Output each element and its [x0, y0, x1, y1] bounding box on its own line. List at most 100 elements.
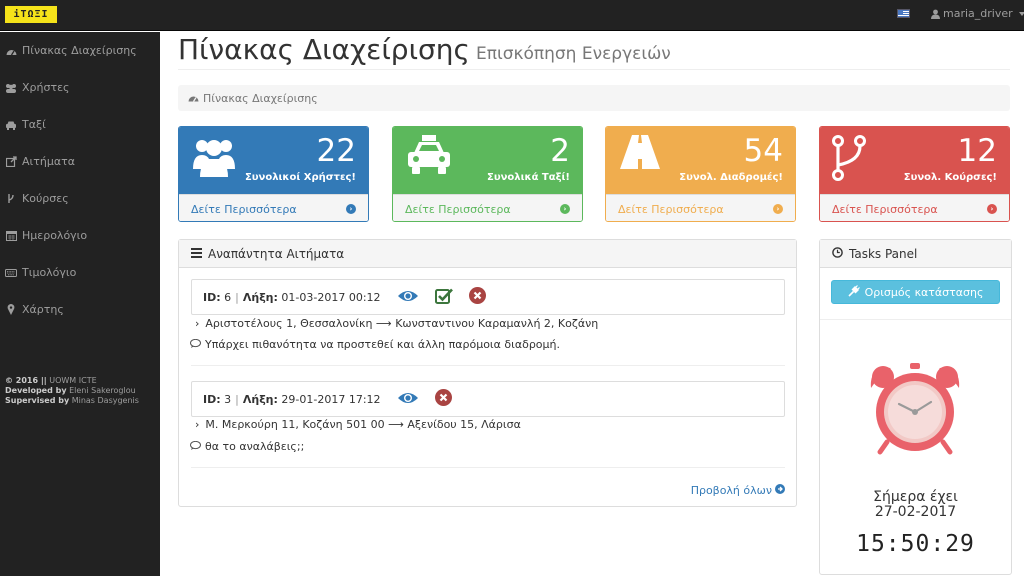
road-icon — [618, 135, 662, 172]
clock-icon — [832, 246, 843, 261]
arrow-right-circle-icon: › — [987, 204, 997, 214]
comment-text: Υπάρχει πιθανότητα να προστεθεί και άλλη… — [205, 338, 561, 351]
external-link-icon — [5, 156, 17, 168]
request-expiry: 01-03-2017 00:12 — [281, 290, 381, 304]
greek-flag-icon[interactable] — [897, 9, 910, 18]
arrow-right-circle-icon: › — [346, 204, 356, 214]
footer-developed-label: Developed by — [5, 386, 67, 395]
keyboard-icon — [5, 267, 17, 279]
users-icon — [5, 82, 17, 94]
stat-details-link[interactable]: Δείτε Περισσότερα › — [179, 194, 368, 221]
view-eye-icon[interactable] — [397, 391, 419, 408]
sidebar-item-label: Χάρτης — [22, 303, 64, 316]
sidebar-item-label: Κούρσες — [22, 192, 69, 205]
sidebar-item-requests[interactable]: Αιτήματα — [0, 143, 160, 180]
today-label: Σήμερα έχει — [873, 489, 958, 505]
sidebar-footer: © 2016 || UOWM ICTE Developed by Eleni S… — [5, 376, 139, 406]
stat-value: 22 — [316, 133, 356, 169]
sidebar-item-dashboard[interactable]: Πίνακας Διαχείρισης — [0, 32, 160, 69]
reject-x-icon[interactable] — [468, 287, 486, 307]
current-date: 27-02-2017 — [874, 504, 957, 520]
sidebar-item-rides[interactable]: Κούρσες — [0, 180, 160, 217]
stat-value: 54 — [743, 133, 783, 169]
details-link-label: Δείτε Περισσότερα — [618, 202, 724, 216]
stat-header: 12 Συνολ. Κούρσες! — [820, 127, 1009, 194]
request-comment: Υπάρχει πιθανότητα να προστεθεί και άλλη… — [190, 338, 560, 351]
calendar-icon — [5, 230, 17, 242]
sidebar-item-calendar[interactable]: Ημερολόγιο — [0, 217, 160, 254]
footer-copyright: © 2016 || — [5, 376, 47, 385]
id-label: ID: — [203, 392, 221, 406]
comment-icon — [190, 440, 201, 453]
stat-header: 2 Συνολικά Ταξί! — [393, 127, 582, 194]
user-menu[interactable]: maria_driver — [931, 7, 1024, 20]
request-item: ID: 3 | Λήξη: 29-01-2017 17:12 — [191, 381, 785, 417]
sidebar-item-label: Αιτήματα — [22, 155, 75, 168]
sidebar-item-map[interactable]: Χάρτης — [0, 291, 160, 328]
stat-panel-users: 22 Συνολικοί Χρήστες! Δείτε Περισσότερα … — [178, 126, 369, 222]
set-status-label: Ορισμός κατάστασης — [864, 285, 984, 299]
accept-check-icon[interactable] — [434, 288, 453, 307]
arrow-right-circle-icon — [775, 484, 785, 497]
map-marker-icon — [5, 304, 17, 316]
reject-x-icon[interactable] — [434, 389, 452, 409]
footer-supervisor: Minas Dasygenis — [71, 396, 139, 405]
request-id: 3 — [224, 392, 232, 406]
taxi-icon — [405, 135, 453, 178]
arrow-right-circle-icon: › — [773, 204, 783, 214]
page-subtitle: Επισκόπηση Ενεργειών — [475, 44, 671, 64]
request-item: ID: 6 | Λήξη: 01-03-2017 00:12 — [191, 279, 785, 315]
request-expiry: 29-01-2017 17:12 — [281, 392, 381, 406]
tasks-panel: Tasks Panel Ορισμός κατάστασης Σήμερα έχ… — [819, 239, 1012, 575]
taxi-icon — [5, 119, 17, 131]
request-comment: θα το αναλάβεις;; — [190, 440, 304, 453]
fork-icon — [832, 135, 866, 184]
title-divider — [178, 69, 1010, 70]
plug-icon — [847, 284, 860, 300]
username: maria_driver — [943, 7, 1013, 20]
alarm-clock-icon — [865, 360, 965, 458]
panel-heading: Tasks Panel — [820, 240, 1011, 268]
chevron-right-icon: › — [195, 418, 200, 431]
details-link-label: Δείτε Περισσότερα — [405, 202, 511, 216]
stat-details-link[interactable]: Δείτε Περισσότερα › — [393, 194, 582, 221]
footer-supervised-label: Supervised by — [5, 396, 70, 405]
set-status-button[interactable]: Ορισμός κατάστασης — [831, 280, 1000, 304]
request-route: › Μ. Μερκούρη 11, Κοζάνη 501 00 ⟶ Αξενίδ… — [195, 418, 521, 431]
list-icon — [191, 247, 202, 261]
stat-header: 22 Συνολικοί Χρήστες! — [179, 127, 368, 194]
sidebar-item-taxi[interactable]: Ταξί — [0, 106, 160, 143]
view-all-link[interactable]: Προβολή όλων — [691, 484, 785, 497]
route-text: Μ. Μερκούρη 11, Κοζάνη 501 00 ⟶ Αξενίδου… — [205, 418, 521, 431]
brand-logo[interactable]: iTΩΞI — [5, 6, 57, 23]
panel-heading: Αναπάντητα Αιτήματα — [179, 240, 796, 268]
sidebar-item-label: Ημερολόγιο — [22, 229, 88, 242]
expiry-label: Λήξη: — [242, 290, 278, 304]
breadcrumb-item[interactable]: Πίνακας Διαχείρισης — [203, 92, 318, 105]
breadcrumb: Πίνακας Διαχείρισης — [178, 85, 1010, 111]
details-link-label: Δείτε Περισσότερα — [191, 202, 297, 216]
sidebar: Πίνακας Διαχείρισης Χρήστες Ταξί Αιτήματ… — [0, 32, 160, 576]
details-link-label: Δείτε Περισσότερα — [832, 202, 938, 216]
view-eye-icon[interactable] — [397, 289, 419, 306]
request-route: › Αριστοτέλους 1, Θεσσαλονίκη ⟶ Κωνσταντ… — [195, 317, 598, 330]
sidebar-item-label: Πίνακας Διαχείρισης — [22, 44, 137, 57]
stat-details-link[interactable]: Δείτε Περισσότερα › — [820, 194, 1009, 221]
request-id: 6 — [224, 290, 232, 304]
footer-org: UOWM ICTE — [49, 376, 97, 385]
panel-title: Tasks Panel — [849, 246, 918, 261]
tasks-divider — [820, 319, 1011, 320]
view-all-label: Προβολή όλων — [690, 484, 772, 497]
stat-label: Συνολ. Διαδρομές! — [679, 172, 783, 183]
stat-panel-routes: 54 Συνολ. Διαδρομές! Δείτε Περισσότερα › — [605, 126, 796, 222]
comment-text: θα το αναλάβεις;; — [205, 440, 305, 453]
request-divider — [191, 365, 785, 366]
stat-details-link[interactable]: Δείτε Περισσότερα › — [606, 194, 795, 221]
sidebar-item-pricing[interactable]: Τιμολόγιο — [0, 254, 160, 291]
stat-label: Συνολ. Κούρσες! — [903, 172, 997, 183]
stat-panel-rides: 12 Συνολ. Κούρσες! Δείτε Περισσότερα › — [819, 126, 1010, 222]
user-icon — [931, 9, 940, 19]
chevron-right-icon: › — [195, 317, 200, 330]
sidebar-item-users[interactable]: Χρήστες — [0, 69, 160, 106]
unanswered-requests-panel: Αναπάντητα Αιτήματα ID: 6 | Λήξη: 01-03-20… — [178, 239, 797, 507]
